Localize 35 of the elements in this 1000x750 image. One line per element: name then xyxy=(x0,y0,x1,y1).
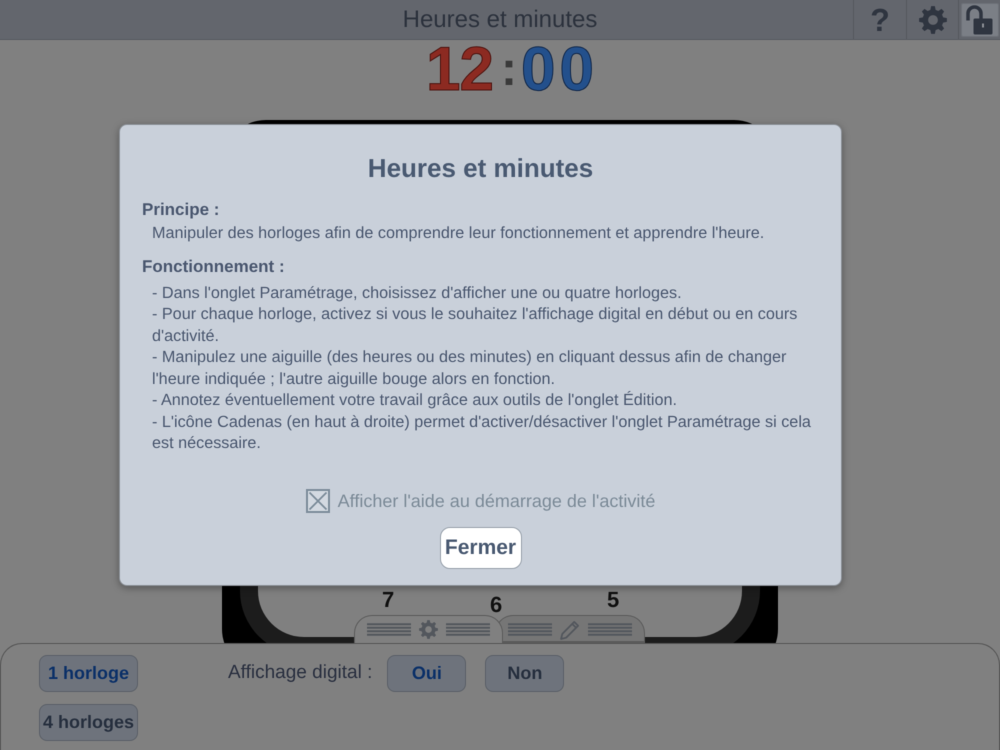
clock-count-option[interactable]: 1 horloge xyxy=(39,655,138,692)
section-heading: Fonctionnement : xyxy=(142,256,286,278)
grip-lines-icon xyxy=(446,623,490,636)
clock-numeral: 5 xyxy=(607,589,620,611)
section-text: - Dans l'onglet Paramétrage, choisissez d'afficher une ou quatre horloges. xyxy=(151,282,683,304)
app-title: Heures et minutes xyxy=(402,4,598,34)
section-text: - L'icône Cadenas (en haut à droite) permet d'activer/désactiver l'onglet Paramétrage si cela est nécessaire. xyxy=(151,412,812,454)
digital-display-label: Affichage digital : xyxy=(228,661,372,686)
digital-display-option[interactable]: Oui xyxy=(387,655,466,692)
section-text: - Annotez éventuellement votre travail grâce aux outils de l'onglet Édition. xyxy=(151,390,678,411)
grip-lines-icon xyxy=(508,623,552,636)
gear-icon xyxy=(918,6,946,34)
section-text: - Manipulez une aiguille (des heures ou des minutes) en cliquant dessus afin de changer l'heure indiquée ; l'autre aiguille bouge alors en fonction. xyxy=(151,347,788,390)
dialog-title: Heures et minutes xyxy=(366,152,594,185)
checkbox[interactable] xyxy=(306,489,330,513)
clock-numeral: 6 xyxy=(490,594,502,616)
grip-lines-icon xyxy=(588,623,632,636)
pencil-icon xyxy=(560,620,580,640)
close-button[interactable]: Fermer xyxy=(440,527,522,569)
clock-count-option[interactable]: 4 horloges xyxy=(39,704,138,741)
open-padlock-icon xyxy=(966,4,993,34)
time-separator: : xyxy=(501,44,517,96)
lock-button[interactable] xyxy=(960,2,998,36)
hours-display: 12 xyxy=(426,44,493,96)
help-button[interactable]: ? xyxy=(858,2,902,38)
minutes-display: 00 xyxy=(520,44,598,96)
gear-icon xyxy=(419,620,438,639)
clock-numeral: 7 xyxy=(382,589,394,611)
digital-display-option[interactable]: Non xyxy=(485,655,564,692)
section-text: Manipuler des horloges afin de comprendre leur fonctionnement et apprendre l'heure. xyxy=(151,223,766,244)
section-text: - Pour chaque horloge, activez si vous le souhaitez l'affichage digital en début ou en cours d'activité. xyxy=(151,304,798,346)
grip-lines-icon xyxy=(367,623,411,636)
section-heading: Principe : xyxy=(142,199,220,221)
checkbox-label: Afficher l'aide au démarrage de l'activité xyxy=(338,490,656,513)
settings-tab[interactable] xyxy=(354,615,503,643)
